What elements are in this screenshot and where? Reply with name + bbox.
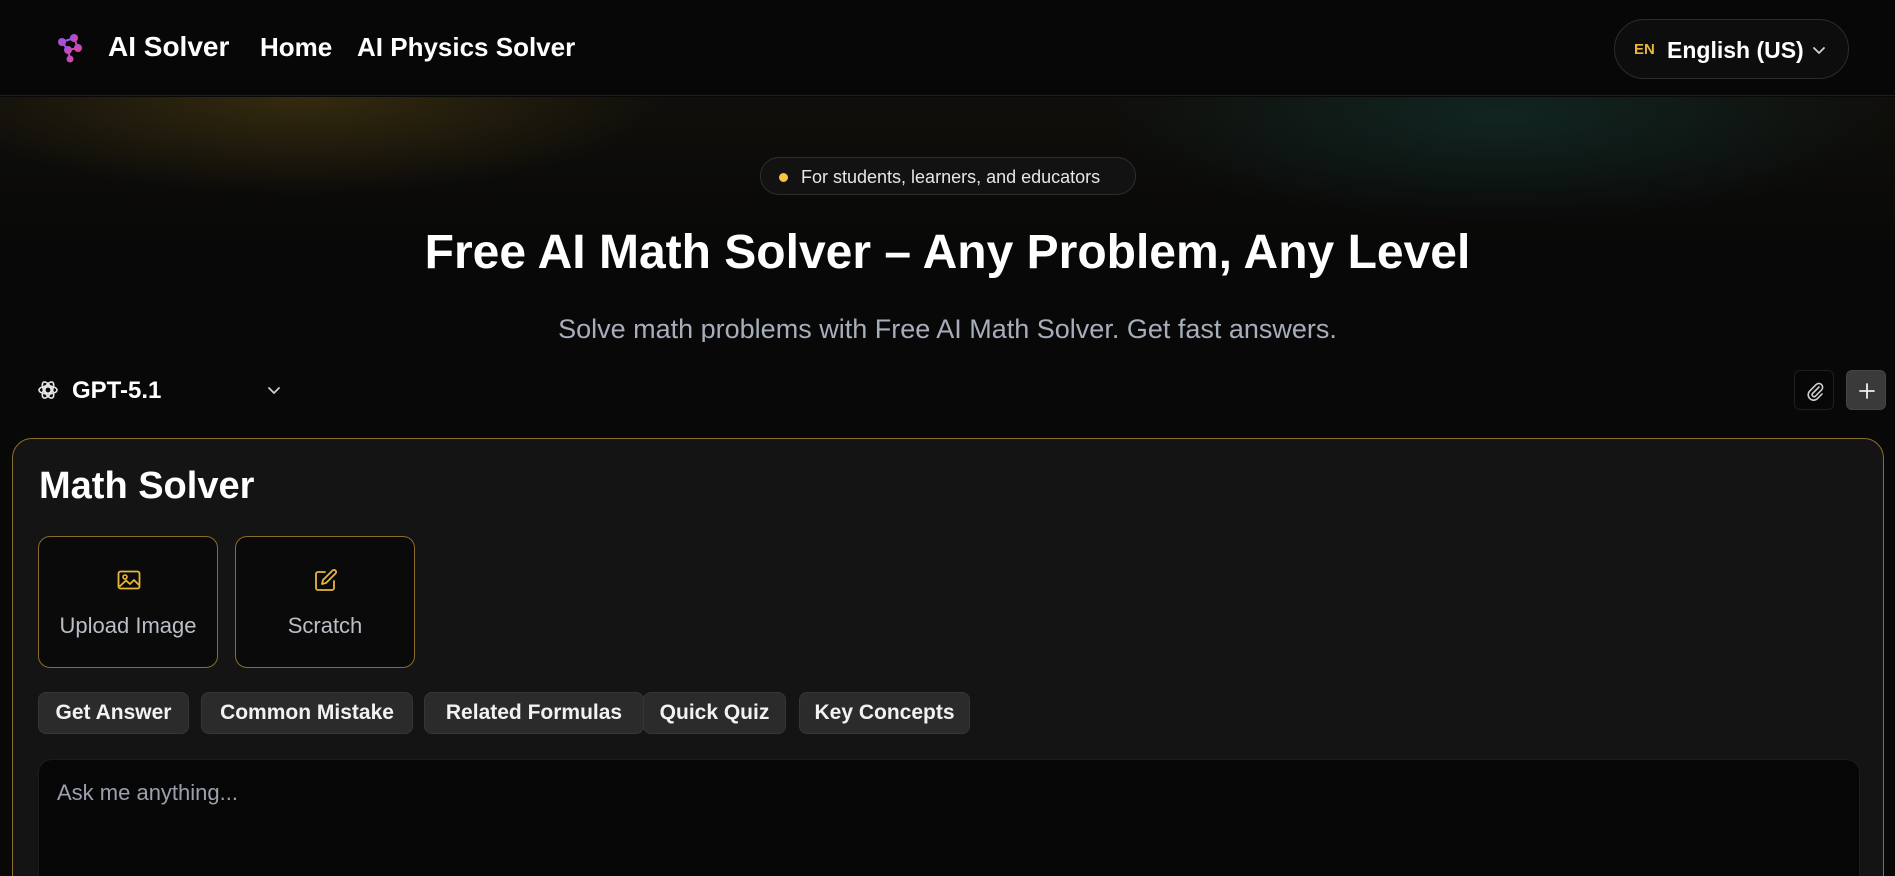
top-navbar: AI Solver Home AI Physics Solver EN Engl… (0, 0, 1895, 96)
scratch-button[interactable]: Scratch (235, 536, 415, 668)
get-answer-chip[interactable]: Get Answer (38, 692, 189, 734)
page: AI Solver Home AI Physics Solver EN Engl… (0, 0, 1895, 876)
language-label: English (US) (1667, 37, 1804, 63)
attach-button[interactable] (1794, 370, 1834, 410)
chevron-down-icon (1813, 47, 1825, 54)
audience-badge-text: For students, learners, and educators (801, 167, 1101, 187)
language-code: EN (1634, 41, 1655, 58)
chevron-down-icon (268, 387, 280, 394)
prompt-box (38, 759, 1860, 876)
prompt-input[interactable] (39, 760, 1859, 876)
key-concepts-chip[interactable]: Key Concepts (799, 692, 970, 734)
brand-name[interactable]: AI Solver (108, 31, 229, 63)
math-solver-card: Math Solver Upload Image Scratch Get Ans… (12, 438, 1884, 876)
quick-quiz-chip[interactable]: Quick Quiz (643, 692, 786, 734)
edit-icon (315, 569, 337, 591)
page-subtitle: Solve math problems with Free AI Math So… (558, 314, 1337, 342)
paperclip-icon (1807, 382, 1824, 401)
openai-icon (38, 381, 58, 399)
new-chat-button[interactable] (1846, 370, 1886, 410)
page-title: Free AI Math Solver – Any Problem, Any L… (424, 226, 1471, 279)
upload-image-label: Upload Image (59, 613, 197, 638)
related-formulas-chip[interactable]: Related Formulas (424, 692, 644, 734)
logo-icon[interactable] (54, 32, 86, 64)
plus-icon (1859, 383, 1875, 399)
audience-badge: For students, learners, and educators (760, 157, 1136, 195)
nav-home-link[interactable]: Home (260, 32, 332, 63)
upload-image-button[interactable]: Upload Image (38, 536, 218, 668)
nav-physics-solver-link[interactable]: AI Physics Solver (357, 32, 575, 63)
scratch-label: Scratch (287, 613, 363, 638)
model-selector[interactable]: GPT-5.1 (36, 372, 292, 408)
solver-title: Math Solver (39, 465, 255, 507)
image-icon (117, 570, 141, 590)
badge-dot-icon (779, 173, 788, 182)
language-selector[interactable]: EN English (US) (1614, 19, 1849, 79)
common-mistake-chip[interactable]: Common Mistake (201, 692, 413, 734)
model-label: GPT-5.1 (72, 377, 162, 404)
